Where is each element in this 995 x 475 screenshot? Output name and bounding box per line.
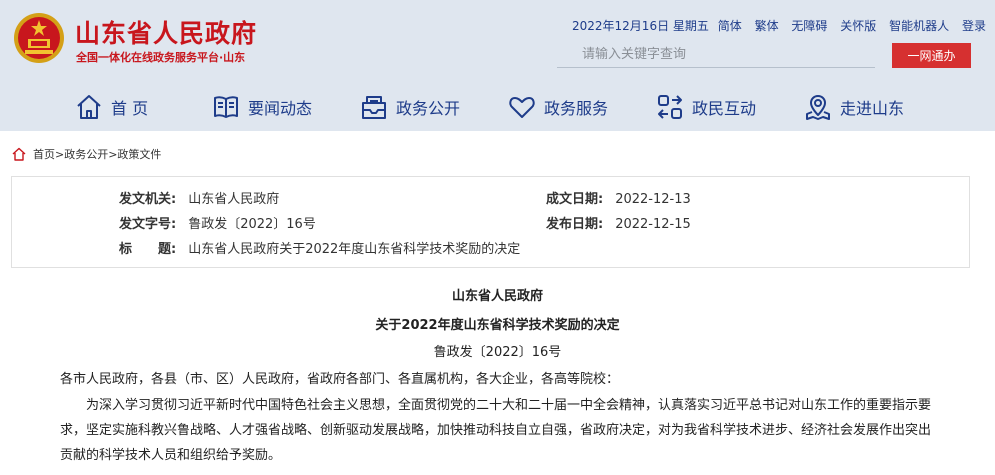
document-addressee: 各市人民政府，各县（市、区）人民政府，省政府各部门、各直属机构，各大企业，各高等…: [60, 372, 620, 387]
nav-interaction-label: 政民互动: [692, 99, 757, 118]
link-robot[interactable]: 智能机器人: [889, 19, 949, 33]
published-date-row: 发布日期: 2022-12-15: [546, 213, 691, 232]
link-login[interactable]: 登录: [962, 19, 986, 33]
top-links: 2022年12月16日 星期五 简体 繁体 无障碍 关怀版 智能机器人 登录 注…: [572, 17, 995, 34]
title-value: 山东省人民政府关于2022年度山东省科学技术奖励的决定: [188, 242, 521, 257]
site-title[interactable]: 山东省人民政府: [75, 14, 257, 50]
nav-government-services[interactable]: 政务服务: [508, 91, 608, 123]
written-date-value: 2022-12-13: [615, 192, 691, 207]
main-nav: 首 页 要闻动态 政务公开 政务服务 政民互动 走进山东: [0, 83, 995, 131]
nav-government-affairs[interactable]: 政务公开: [360, 91, 460, 123]
document-number: 鲁政发〔2022〕16号: [433, 345, 562, 360]
nav-news[interactable]: 要闻动态: [212, 91, 312, 123]
home-icon: [77, 95, 101, 119]
site-header: 山东省人民政府 全国一体化在线政务服务平台·山东 2022年12月16日 星期五…: [0, 0, 995, 131]
link-accessibility[interactable]: 无障碍: [791, 19, 827, 33]
current-date: 2022年12月16日 星期五: [572, 19, 709, 33]
link-elderly-mode[interactable]: 关怀版: [840, 19, 876, 33]
nav-news-label: 要闻动态: [248, 99, 313, 118]
doc-number-row: 发文字号: 鲁政发〔2022〕16号: [119, 213, 316, 232]
nav-government-services-label: 政务服务: [544, 99, 609, 118]
published-date-value: 2022-12-15: [615, 217, 691, 232]
written-date-label: 成文日期:: [546, 192, 604, 207]
exchange-icon: [658, 95, 682, 119]
nav-home-label: 首 页: [111, 99, 149, 118]
document-paragraph: 为深入学习贯彻习近平新时代中国特色社会主义思想，全面贯彻党的二十大和二十届一中全…: [60, 398, 932, 463]
heart-icon: [509, 97, 535, 118]
nav-about-shandong[interactable]: 走进山东: [804, 91, 904, 123]
nav-interaction[interactable]: 政民互动: [656, 91, 756, 123]
site-subtitle: 全国一体化在线政务服务平台·山东: [76, 51, 246, 64]
search-input[interactable]: [557, 42, 875, 68]
location-icon: [806, 95, 830, 120]
national-emblem-icon: [14, 13, 64, 63]
link-traditional[interactable]: 繁体: [755, 19, 779, 33]
link-simplified[interactable]: 简体: [718, 19, 742, 33]
document-issuer: 山东省人民政府: [451, 289, 543, 304]
published-date-label: 发布日期:: [546, 217, 604, 232]
nav-home[interactable]: 首 页: [75, 91, 148, 123]
title-label: 标 题:: [119, 242, 177, 257]
document-info-box: 发文机关: 山东省人民政府 发文字号: 鲁政发〔2022〕16号 标 题: 山东省人民…: [11, 176, 970, 268]
issuer-label: 发文机关:: [119, 192, 177, 207]
written-date-row: 成文日期: 2022-12-13: [546, 188, 691, 207]
doc-number-label: 发文字号:: [119, 217, 177, 232]
issuer-row: 发文机关: 山东省人民政府: [119, 188, 279, 207]
book-icon: [214, 96, 238, 118]
nav-about-shandong-label: 走进山东: [840, 99, 905, 118]
doc-number-value: 鲁政发〔2022〕16号: [188, 217, 316, 232]
document-title: 关于2022年度山东省科学技术奖励的决定: [375, 318, 620, 333]
issuer-value: 山东省人民政府: [188, 192, 280, 207]
home-icon: [12, 147, 26, 161]
inbox-icon: [362, 96, 386, 119]
breadcrumb: 首页>政务公开>政策文件: [12, 146, 161, 162]
breadcrumb-path[interactable]: 首页>政务公开>政策文件: [33, 146, 161, 162]
title-row: 标 题: 山东省人民政府关于2022年度山东省科学技术奖励的决定: [119, 238, 520, 257]
one-stop-service-button[interactable]: 一网通办: [892, 43, 971, 68]
nav-government-affairs-label: 政务公开: [396, 99, 461, 118]
